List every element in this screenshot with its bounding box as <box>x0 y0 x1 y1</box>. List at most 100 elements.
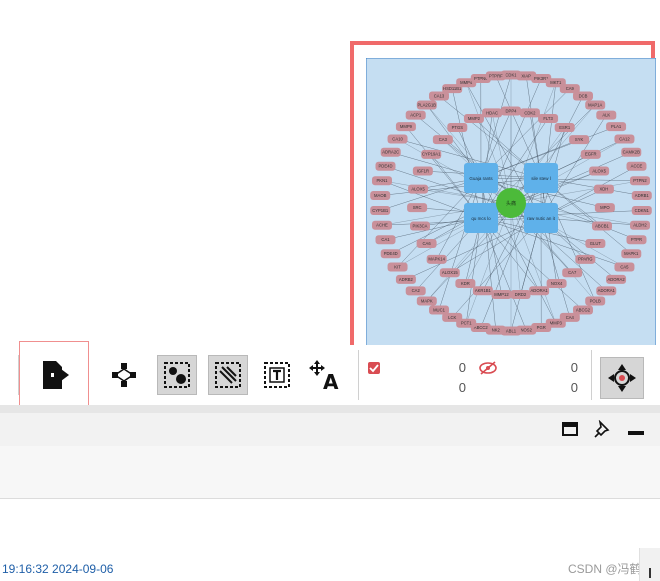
graph-node-outer[interactable]: MAOB <box>370 191 391 201</box>
graph-node-inner[interactable]: EGFR <box>580 149 601 159</box>
graph-node-label: ADRB1 <box>635 193 650 198</box>
graph-node-outer[interactable]: ACP1 <box>405 110 426 120</box>
graph-node-label: MMP9 <box>400 124 413 129</box>
graph-node-outer[interactable]: CA12 <box>614 134 635 144</box>
graph-node-label: POLB <box>590 298 601 303</box>
graph-node-label: PDE4D <box>379 164 393 169</box>
graph-hub-node[interactable]: qu mcs lo <box>464 203 498 233</box>
graph-node-outer[interactable]: PKN1 <box>371 176 392 186</box>
move-text-button[interactable]: A <box>306 355 346 395</box>
graph-node-inner[interactable]: CA3 <box>432 135 453 145</box>
graph-node-outer[interactable]: MAP1A <box>585 100 606 110</box>
graph-node-inner[interactable]: ABCB1 <box>591 221 612 231</box>
graph-center-node[interactable]: 头痛 <box>496 188 526 218</box>
graph-node-outer[interactable]: DCB <box>572 91 593 101</box>
select-edges-button[interactable] <box>208 355 248 395</box>
graph-node-outer[interactable]: KIT <box>387 262 408 272</box>
graph-node-inner[interactable]: CA7 <box>562 268 583 278</box>
graph-node-outer[interactable]: CA2 <box>405 286 426 296</box>
graph-node-label: NOS2 <box>521 328 533 333</box>
graph-node-inner[interactable]: CYP19A1 <box>421 149 442 159</box>
graph-node-inner[interactable]: CA6 <box>416 239 437 249</box>
graph-node-inner[interactable]: MMP12 <box>491 290 512 300</box>
fit-center-button[interactable] <box>600 357 644 399</box>
pin-icon[interactable] <box>594 420 612 438</box>
graph-node-outer[interactable]: MUC1 <box>429 305 450 315</box>
graph-node-outer[interactable]: ALDH2 <box>630 220 651 230</box>
graph-node-inner[interactable]: MPO <box>594 203 615 213</box>
graph-node-outer[interactable]: ADRA2C <box>380 147 401 157</box>
scrollbar-grip[interactable] <box>639 548 660 581</box>
graph-node-label: MKT1 <box>550 80 562 85</box>
graph-node-outer[interactable]: ACCE <box>626 161 647 171</box>
graph-node-outer[interactable]: ACHE <box>371 220 392 230</box>
graph-node-outer[interactable]: MMP9 <box>395 122 416 132</box>
graph-node-outer[interactable]: PTPN2 <box>630 176 651 186</box>
graph-node-outer[interactable]: PTPRF <box>485 71 506 81</box>
graph-hub-node[interactable]: sile stew l <box>524 163 558 193</box>
graph-node-inner[interactable]: MMP2 <box>463 113 484 123</box>
maximize-icon[interactable] <box>561 421 579 437</box>
graph-node-inner[interactable]: ALOX5 <box>408 184 429 194</box>
graph-node-inner[interactable]: PIK3CA <box>410 221 431 231</box>
graph-node-outer[interactable]: ALK <box>596 110 617 120</box>
graph-node-inner[interactable]: DPP4 <box>501 106 521 116</box>
graph-node-outer[interactable]: ADORA2 <box>606 274 627 284</box>
graph-node-label: GLUT <box>590 241 602 246</box>
graph-node-inner[interactable]: IGF1R <box>412 166 433 176</box>
hidden-edge-count: 0 <box>570 380 578 395</box>
graph-hub-node[interactable]: raw nutic an it <box>524 203 558 233</box>
layout-button[interactable] <box>104 355 144 395</box>
graph-node-inner[interactable]: DRD2 <box>510 290 531 300</box>
graph-node-outer[interactable]: PLA1 <box>606 122 627 132</box>
graph-node-outer[interactable]: PTPR <box>626 235 647 245</box>
graph-node-outer[interactable]: ADRB2 <box>395 274 416 284</box>
graph-node-outer[interactable]: CA1 <box>375 235 396 245</box>
graph-node-inner[interactable]: XDH <box>593 184 614 194</box>
graph-node-outer[interactable]: CA10 <box>387 134 408 144</box>
graph-node-label: XIAP <box>521 73 531 78</box>
graph-node-inner[interactable]: KDR <box>455 278 476 288</box>
graph-node-outer[interactable]: POLB <box>585 296 606 306</box>
graph-node-inner[interactable]: ESR1 <box>554 122 575 132</box>
graph-node-label: PLA2G1B <box>417 102 436 107</box>
graph-node-label: MAOB <box>374 193 387 198</box>
graph-node-outer[interactable]: CYP1B1 <box>370 205 391 215</box>
graph-node-outer[interactable]: PDE4D <box>380 249 401 259</box>
graph-node-outer[interactable]: ADORA1 <box>596 286 617 296</box>
select-nodes-button[interactable] <box>157 355 197 395</box>
graph-node-inner[interactable]: GLUT <box>585 239 606 249</box>
graph-node-label: MAPK <box>421 298 433 303</box>
graph-node-outer[interactable]: MAPK <box>416 296 437 306</box>
graph-node-label: AKR1B1 <box>475 288 492 293</box>
graph-node-outer[interactable]: ADRB1 <box>631 191 652 201</box>
graph-node-inner[interactable]: HDAC <box>482 108 503 118</box>
graph-node-label: ESR1 <box>559 125 571 130</box>
graph-node-inner[interactable]: PTGS <box>447 122 468 132</box>
graph-node-inner[interactable]: AKR1B1 <box>472 286 493 296</box>
selected-edge-count: 0 <box>458 380 466 395</box>
graph-node-inner[interactable]: SRC <box>407 203 428 213</box>
graph-node-outer[interactable]: PLA2G1B <box>416 100 437 110</box>
minimize-icon[interactable] <box>627 428 645 436</box>
graph-node-inner[interactable]: PPARG <box>575 254 596 264</box>
graph-hub-node[interactable]: Guaja rants <box>464 163 498 193</box>
graph-node-outer[interactable]: MAPK1 <box>621 249 642 259</box>
graph-node-inner[interactable]: ALOX15 <box>439 268 460 278</box>
graph-node-inner[interactable]: NOX4 <box>546 278 567 288</box>
text-annotation-button[interactable] <box>257 355 297 395</box>
graph-node-inner[interactable]: ADORA1 <box>529 286 550 296</box>
graph-node-label: KIT <box>394 264 401 269</box>
graph-node-inner[interactable]: CDK2 <box>519 108 540 118</box>
graph-node-inner[interactable]: ALOX5 <box>589 166 610 176</box>
graph-node-label: ALK <box>602 113 610 118</box>
graph-node-label: ACP1 <box>410 113 422 118</box>
graph-node-outer[interactable]: CDKN1 <box>631 205 652 215</box>
graph-node-outer[interactable]: PDE4D <box>375 161 396 171</box>
graph-node-inner[interactable]: SYK <box>569 135 590 145</box>
graph-node-inner[interactable]: MAPK14 <box>426 254 447 264</box>
graph-node-outer[interactable]: CA5 <box>614 262 635 272</box>
graph-node-label: ALOX5 <box>411 186 425 191</box>
graph-node-outer[interactable]: CAMK2B <box>621 147 642 157</box>
graph-node-inner[interactable]: FLT3 <box>538 113 559 123</box>
